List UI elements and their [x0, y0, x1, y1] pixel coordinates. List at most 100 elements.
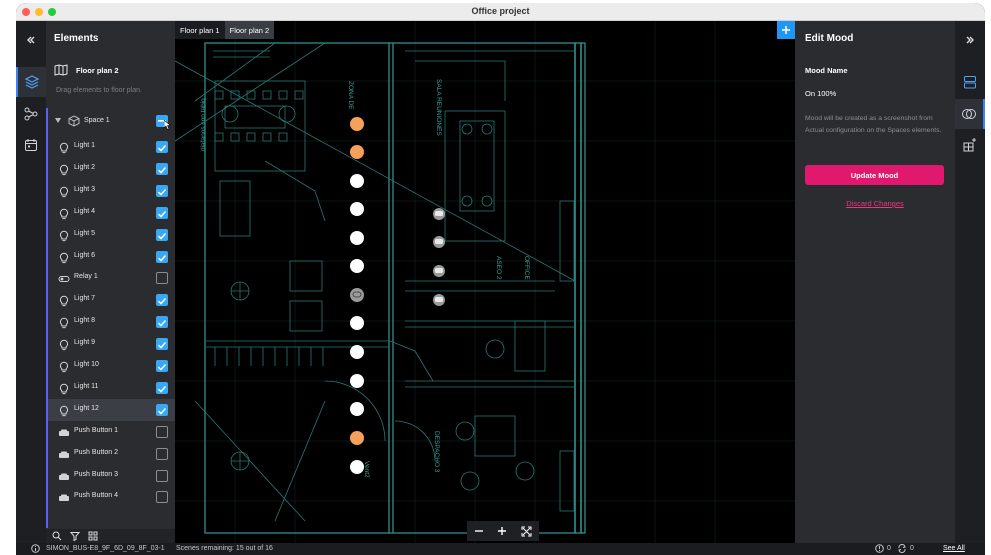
- element-checkbox[interactable]: [156, 294, 168, 307]
- sync-count: 0: [910, 545, 914, 552]
- element-row[interactable]: Light 8: [48, 311, 175, 333]
- element-checkbox[interactable]: [156, 184, 168, 197]
- element-checkbox[interactable]: [156, 272, 168, 285]
- element-checkbox[interactable]: [156, 491, 168, 504]
- element-checkbox[interactable]: [156, 360, 168, 372]
- floor-plan-canvas[interactable]: Floor plan 1 Floor plan 2 ZONA DE SALA R…: [175, 21, 795, 543]
- search-icon[interactable]: [52, 531, 62, 541]
- title-bar: Office project: [16, 3, 985, 21]
- moods-nav-button[interactable]: [955, 99, 985, 129]
- see-all-link[interactable]: See All: [943, 545, 965, 552]
- element-row[interactable]: Light 10: [48, 355, 175, 377]
- element-checkbox[interactable]: [156, 447, 168, 460]
- element-checkbox[interactable]: [156, 206, 168, 219]
- element-row[interactable]: Light 11: [48, 377, 175, 399]
- discard-changes-link[interactable]: Discard Changes: [795, 199, 955, 208]
- element-checkbox[interactable]: [156, 403, 168, 416]
- plan-label-zona: ZONA DE: [347, 81, 354, 110]
- space-row[interactable]: Space 1: [48, 108, 175, 134]
- window-title: Office project: [471, 6, 530, 16]
- element-row[interactable]: Light 3: [48, 180, 175, 202]
- element-row[interactable]: Light 4: [48, 202, 175, 224]
- relay-marker-1[interactable]: [350, 288, 364, 302]
- light-marker-11[interactable]: [350, 431, 364, 445]
- scenes-nav-button[interactable]: [955, 130, 985, 160]
- element-row[interactable]: Light 6: [48, 246, 175, 268]
- devices-nav-button[interactable]: [955, 67, 985, 97]
- light-marker-9[interactable]: [350, 374, 364, 388]
- element-checkbox[interactable]: [156, 162, 168, 175]
- element-row[interactable]: Light 7: [48, 289, 175, 311]
- floor-plan-tabs: Floor plan 1 Floor plan 2: [175, 21, 275, 39]
- light-marker-10[interactable]: [350, 402, 364, 416]
- tab-floor-plan-2[interactable]: Floor plan 2: [224, 21, 275, 39]
- element-label: Light 10: [74, 361, 99, 368]
- zoom-in-icon[interactable]: [497, 526, 507, 536]
- bulb-icon: [58, 316, 70, 329]
- bulb-icon: [58, 207, 70, 219]
- push-button-marker-4[interactable]: [433, 294, 445, 306]
- element-checkbox[interactable]: [156, 141, 168, 153]
- element-checkbox[interactable]: [156, 228, 168, 241]
- push-button-icon: [58, 491, 70, 503]
- push-button-marker-1[interactable]: [433, 208, 445, 220]
- element-row[interactable]: Light 12: [48, 398, 175, 421]
- light-marker-6[interactable]: [350, 259, 364, 273]
- collapse-right-panel-button[interactable]: [955, 25, 985, 55]
- mood-name-value[interactable]: On 100%: [805, 89, 836, 98]
- left-rail: [16, 21, 46, 543]
- tab-floor-plan-1[interactable]: Floor plan 1: [175, 21, 225, 39]
- filter-icon[interactable]: [70, 531, 80, 541]
- scene-add-icon: [963, 138, 976, 152]
- light-marker-5[interactable]: [350, 231, 364, 245]
- element-row[interactable]: Push Button 4: [48, 486, 175, 508]
- check-icon: [157, 298, 167, 305]
- element-checkbox[interactable]: [156, 316, 168, 329]
- push-button-marker-2[interactable]: [433, 236, 445, 248]
- light-marker-12[interactable]: [350, 460, 364, 474]
- element-label: Light 7: [74, 295, 96, 303]
- update-mood-button[interactable]: Update Mood: [805, 165, 944, 185]
- element-row[interactable]: Push Button 2: [48, 443, 175, 465]
- check-icon: [157, 210, 167, 218]
- light-marker-3[interactable]: [350, 174, 364, 188]
- grid-view-icon[interactable]: [88, 531, 98, 541]
- push-button-marker-3[interactable]: [433, 265, 445, 277]
- light-marker-4[interactable]: [350, 202, 364, 216]
- add-floor-plan-button[interactable]: [777, 21, 795, 39]
- element-checkbox[interactable]: [156, 338, 168, 351]
- check-icon: [157, 407, 167, 415]
- element-checkbox[interactable]: [156, 425, 168, 438]
- light-markers: [350, 117, 445, 474]
- element-row[interactable]: Light 1: [48, 136, 175, 158]
- schedule-nav-button[interactable]: [16, 130, 46, 160]
- bulb-icon: [58, 163, 70, 175]
- element-row[interactable]: Relay 1: [48, 267, 175, 289]
- connections-nav-button[interactable]: [16, 99, 46, 129]
- device-id: SIMON_BUS-E8_9F_6D_09_8F_03-1: [46, 545, 165, 552]
- element-row[interactable]: Light 5: [48, 224, 175, 246]
- fit-screen-icon[interactable]: [521, 526, 532, 537]
- check-icon: [157, 342, 167, 349]
- element-checkbox[interactable]: [156, 469, 168, 482]
- element-checkbox[interactable]: [156, 250, 168, 263]
- elements-tree: Space 1 Light 1 Light 2 Light 3 Light 4 Ligh…: [46, 108, 175, 528]
- light-marker-8[interactable]: [350, 345, 364, 359]
- sync-icon[interactable]: [897, 544, 907, 553]
- mouse-cursor-icon: [164, 120, 172, 130]
- collapse-panel-button[interactable]: [16, 25, 46, 55]
- plan-label-vent: Vent2: [363, 461, 370, 478]
- element-checkbox[interactable]: [156, 381, 168, 394]
- layers-nav-button[interactable]: [16, 67, 46, 97]
- element-row[interactable]: Push Button 3: [48, 465, 175, 487]
- light-marker-1[interactable]: [350, 117, 364, 131]
- zoom-out-icon[interactable]: [474, 526, 484, 536]
- alert-icon[interactable]: [875, 544, 884, 553]
- light-marker-2[interactable]: [350, 145, 364, 159]
- element-label: Light 11: [74, 382, 99, 390]
- element-row[interactable]: Light 2: [48, 158, 175, 180]
- light-marker-7[interactable]: [350, 316, 364, 330]
- element-row[interactable]: Push Button 1: [48, 421, 175, 443]
- space-label: Space 1: [84, 117, 110, 124]
- element-row[interactable]: Light 9: [48, 333, 175, 355]
